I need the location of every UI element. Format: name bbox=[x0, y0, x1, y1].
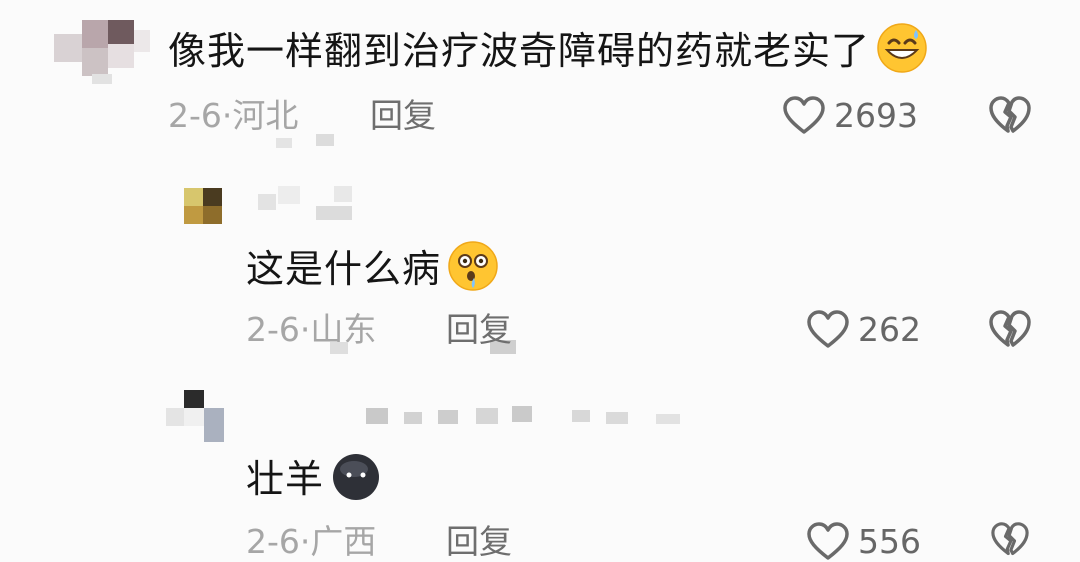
drooling-shocked-emoji bbox=[447, 240, 499, 303]
comment-date: 2-6 bbox=[246, 310, 300, 349]
comment-meta: 2-6·河北 bbox=[168, 96, 298, 136]
comment-item: 像我一样翻到治疗波奇障碍的药就老实了 2-6·河北 回复 2693 bbox=[0, 0, 1080, 160]
like-count: 262 bbox=[858, 310, 921, 349]
broken-heart-icon bbox=[991, 522, 1029, 556]
meta-separator: · bbox=[299, 522, 311, 561]
username-redacted bbox=[92, 74, 112, 84]
dislike-button[interactable] bbox=[988, 310, 1032, 354]
comment-item: 这是什么病 2-6·山东 回复 262 bbox=[0, 180, 1080, 370]
username-redacted bbox=[366, 406, 686, 426]
like-button[interactable]: 556 bbox=[806, 522, 921, 562]
comment-location: 广西 bbox=[310, 522, 377, 561]
meta-separator: · bbox=[221, 96, 233, 135]
heart-outline-icon bbox=[807, 522, 849, 560]
dislike-button[interactable] bbox=[988, 96, 1032, 140]
reply-button[interactable]: 回复 bbox=[446, 522, 512, 562]
comment-text: 壮羊 bbox=[246, 450, 382, 513]
like-count: 556 bbox=[858, 522, 921, 561]
comment-text: 这是什么病 bbox=[246, 240, 499, 303]
comment-text: 像我一样翻到治疗波奇障碍的药就老实了 bbox=[168, 22, 928, 85]
heart-outline-icon bbox=[807, 310, 849, 348]
avatar[interactable] bbox=[166, 390, 224, 442]
like-button[interactable]: 262 bbox=[806, 310, 921, 350]
reply-button[interactable]: 回复 bbox=[370, 96, 436, 136]
avatar[interactable] bbox=[54, 20, 150, 76]
avatar[interactable] bbox=[184, 188, 222, 224]
like-count: 2693 bbox=[834, 96, 918, 135]
dislike-button[interactable] bbox=[988, 522, 1032, 562]
comment-date: 2-6 bbox=[168, 96, 222, 135]
broken-heart-icon bbox=[989, 96, 1031, 133]
grinning-sweat-emoji bbox=[876, 22, 928, 85]
heart-outline-icon bbox=[783, 96, 825, 134]
username-redacted bbox=[258, 186, 354, 220]
redaction-patch bbox=[276, 134, 334, 148]
comment-item: 壮羊 2-6·广西 回复 556 bbox=[0, 380, 1080, 562]
dark-face-emoji bbox=[330, 450, 382, 513]
like-button[interactable]: 2693 bbox=[782, 96, 918, 136]
comment-location: 河北 bbox=[232, 96, 299, 135]
comment-meta: 2-6·广西 bbox=[246, 522, 376, 562]
comment-date: 2-6 bbox=[246, 522, 300, 561]
reply-button[interactable]: 回复 bbox=[446, 310, 512, 350]
broken-heart-icon bbox=[989, 310, 1031, 347]
meta-separator: · bbox=[299, 310, 311, 349]
